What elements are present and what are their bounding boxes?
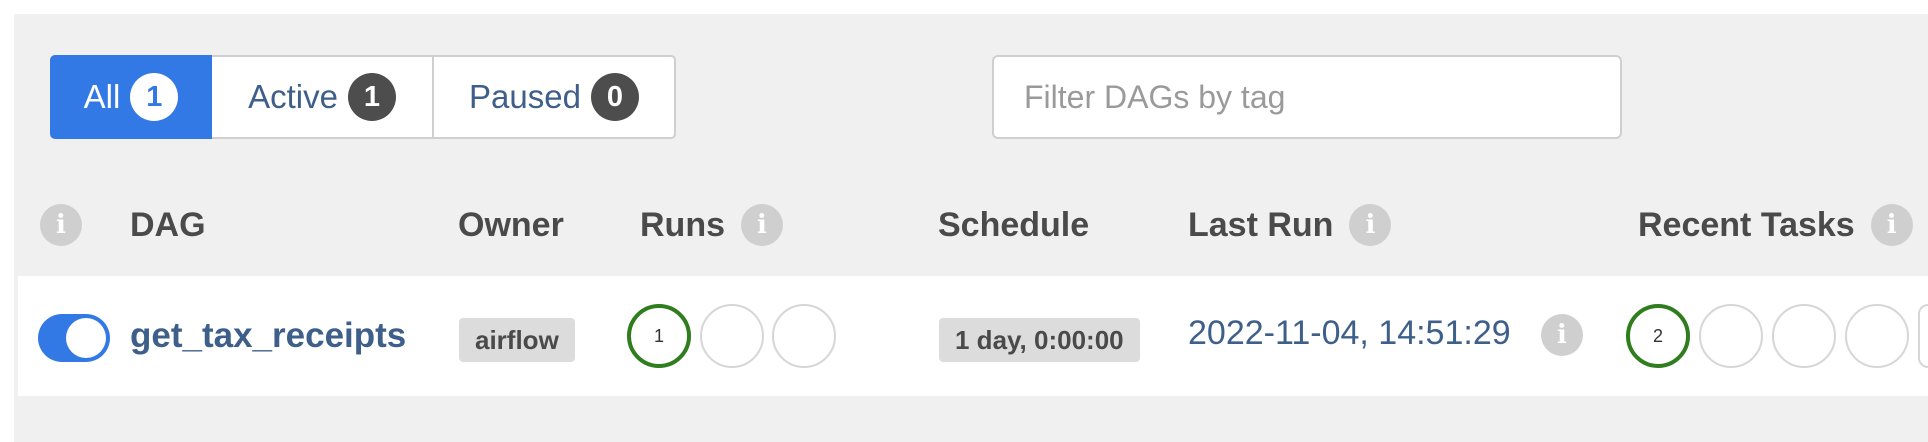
toggle-knob	[66, 318, 106, 358]
run-state-failed[interactable]	[772, 304, 836, 368]
dag-id-link[interactable]: get_tax_receipts	[130, 316, 406, 356]
status-filter-group: All 1 Active 1 Paused 0	[50, 55, 676, 139]
column-last-run-label: Last Run	[1188, 205, 1334, 244]
filter-active-button[interactable]: Active 1	[212, 55, 434, 139]
info-icon[interactable]: i	[1349, 204, 1392, 246]
column-recent-tasks: Recent Tasks i	[1638, 200, 1913, 250]
filter-paused-count: 0	[590, 73, 639, 121]
info-icon[interactable]: i	[741, 204, 783, 246]
filter-active-label: Active	[248, 78, 338, 115]
info-icon[interactable]: i	[1541, 314, 1583, 356]
filter-active-count: 1	[347, 73, 396, 121]
filter-paused-label: Paused	[469, 78, 581, 115]
schedule-badge[interactable]: 1 day, 0:00:00	[939, 318, 1140, 362]
filter-all-count: 1	[130, 73, 179, 121]
owner-badge[interactable]: airflow	[459, 318, 575, 362]
column-dag[interactable]: DAG	[130, 200, 206, 250]
filter-paused-button[interactable]: Paused 0	[434, 55, 676, 139]
column-recent-tasks-label: Recent Tasks	[1638, 205, 1855, 244]
header-toggle-info: i	[40, 200, 82, 250]
column-runs-label: Runs	[640, 205, 725, 244]
task-state-failed[interactable]	[1772, 304, 1836, 368]
column-runs: Runs i	[640, 200, 783, 250]
info-icon[interactable]: i	[40, 204, 82, 246]
task-state-running[interactable]	[1699, 304, 1763, 368]
column-last-run: Last Run i	[1188, 200, 1392, 250]
last-run-value: 2022-11-04, 14:51:29	[1188, 314, 1511, 352]
run-state-running[interactable]	[700, 304, 764, 368]
column-schedule: Schedule	[938, 200, 1089, 250]
run-state-success[interactable]: 1	[627, 304, 691, 368]
filter-all-label: All	[83, 78, 121, 115]
column-dag-label: DAG	[130, 205, 206, 244]
task-state-success[interactable]: 2	[1626, 304, 1690, 368]
column-schedule-label: Schedule	[938, 205, 1090, 244]
info-icon[interactable]: i	[1870, 204, 1913, 246]
last-run-link[interactable]: 2022-11-04, 14:51:29	[1188, 314, 1511, 353]
filter-all-button[interactable]: All 1	[50, 55, 212, 139]
task-state-skipped[interactable]	[1918, 304, 1928, 368]
tag-filter-input[interactable]	[992, 55, 1622, 139]
column-owner-label: Owner	[458, 205, 564, 244]
task-state-upstream-failed[interactable]	[1845, 304, 1909, 368]
pause-toggle[interactable]	[38, 314, 110, 362]
column-owner[interactable]: Owner	[458, 200, 564, 250]
